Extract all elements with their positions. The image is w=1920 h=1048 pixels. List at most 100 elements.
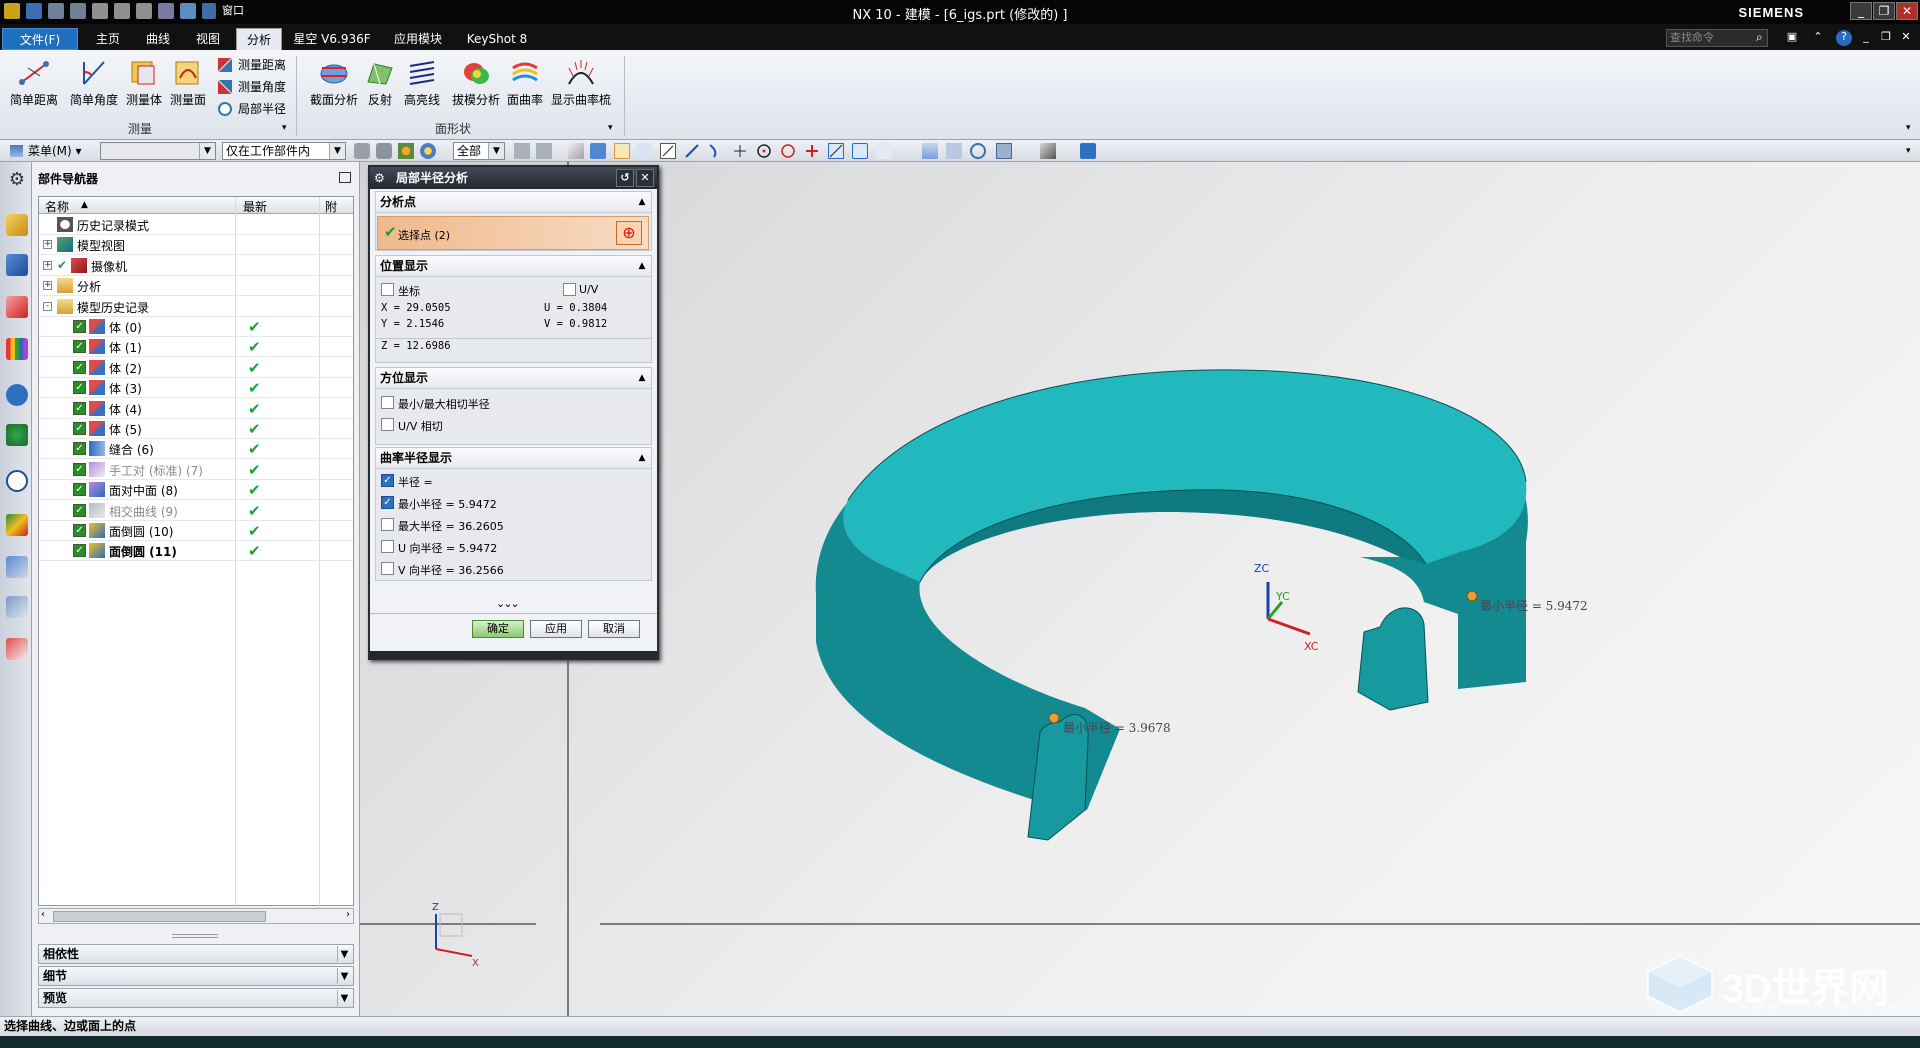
analysis-points-header[interactable]: 分析点 ▲ (375, 191, 652, 213)
tree-row[interactable]: ✓ 相交曲线 (9) ✔ (39, 501, 353, 521)
feature-visibility-checkbox[interactable]: ✓ (73, 422, 86, 435)
shape-group-more-icon[interactable]: ▾ (608, 120, 613, 136)
tree-row[interactable]: ✓ 缝合 (6) ✔ (39, 439, 353, 460)
tab-application[interactable]: 应用模块 (384, 28, 452, 50)
type-filter-dropdown[interactable]: ▼ (100, 142, 216, 160)
tree-row[interactable]: ✓ 面对中面 (8) ✔ (39, 480, 353, 501)
curvature-comb-button[interactable]: 显示曲率梳 (550, 56, 612, 116)
end-point-icon[interactable] (660, 143, 676, 159)
roles-icon[interactable] (6, 638, 28, 660)
bounded-grid-icon[interactable] (876, 143, 892, 159)
collapse-icon[interactable]: ▲ (636, 260, 648, 272)
minimize-button[interactable]: _ (1850, 2, 1872, 20)
select-point-row[interactable]: ✔ 选择点 (2) ⊕ (377, 216, 649, 250)
close-icon[interactable]: ✕ (636, 169, 654, 187)
tree-row[interactable]: ✓ 体 (1) ✔ (39, 337, 353, 358)
apply-button[interactable]: 应用 (530, 620, 582, 638)
part-navigator-icon[interactable] (6, 296, 28, 318)
tree-row[interactable]: ✓ 体 (2) ✔ (39, 358, 353, 378)
expand-icon[interactable]: + (43, 281, 52, 291)
sort-up-icon[interactable]: ▲ (81, 200, 88, 210)
file-menu[interactable]: 文件(F) (2, 28, 78, 50)
command-search-input[interactable]: 查找命令 (1666, 29, 1768, 47)
collapse-icon[interactable]: - (43, 301, 52, 311)
tab-curve[interactable]: 曲线 (136, 28, 180, 50)
simple-distance-button[interactable]: 简单距离 (8, 56, 60, 116)
restore-button[interactable]: ❐ (1873, 2, 1895, 20)
fit-view-icon[interactable] (922, 143, 938, 159)
snap-point-filter-icon[interactable] (398, 143, 414, 159)
min-radius-checkbox[interactable]: ✓ (381, 496, 394, 509)
mid-point-icon[interactable] (684, 143, 700, 159)
tree-row[interactable]: - 模型历史记录 (39, 297, 353, 317)
tree-row[interactable]: ✓ 手工对 (标准) (7) ✔ (39, 460, 353, 480)
details-section[interactable]: 细节 ▼ (38, 966, 354, 986)
curvature-radius-header[interactable]: 曲率半径显示 ▲ (375, 447, 652, 469)
orient-view-icon[interactable] (996, 143, 1012, 159)
feature-visibility-checkbox[interactable]: ✓ (73, 524, 86, 537)
reuse-library-icon[interactable] (6, 338, 28, 360)
maximize-panel-icon[interactable] (339, 172, 351, 183)
edit-work-section-icon[interactable] (1080, 143, 1096, 159)
c-ring-model[interactable] (815, 369, 1528, 841)
face-rule-icon[interactable] (536, 143, 552, 159)
window-layout-icon[interactable]: ▣ (1784, 30, 1800, 46)
panel-splitter[interactable] (172, 934, 218, 938)
doc-restore-icon[interactable]: ❐ (1878, 30, 1894, 46)
coordinate-checkbox[interactable] (381, 283, 394, 296)
control-point-icon[interactable] (708, 143, 724, 159)
ribbon-collapse-icon[interactable]: ⌃ (1810, 30, 1826, 46)
process-studio-icon[interactable] (6, 556, 28, 578)
dependencies-section[interactable]: 相依性 ▼ (38, 944, 354, 964)
doc-minimize-icon[interactable]: _ (1858, 30, 1874, 46)
simple-angle-button[interactable]: 简单角度 (66, 56, 122, 116)
face-curvature-button[interactable]: 面曲率 (504, 56, 546, 116)
cancel-button[interactable]: 取消 (588, 620, 640, 638)
uv-tangent-checkbox[interactable] (381, 418, 394, 431)
ok-button[interactable]: 确定 (472, 620, 524, 638)
feature-visibility-checkbox[interactable]: ✓ (73, 360, 86, 374)
measure-angle-button[interactable]: 测量角度 (216, 78, 286, 96)
feature-visibility-checkbox[interactable]: ✓ (73, 381, 86, 395)
u-radius-checkbox[interactable] (381, 540, 394, 553)
close-window-button[interactable]: ✕ (1896, 2, 1918, 20)
preview-section[interactable]: 预览 ▼ (38, 988, 354, 1008)
web-browser-icon[interactable] (6, 424, 28, 446)
tree-row[interactable]: + 模型视图 (39, 235, 353, 256)
system-materials-icon[interactable] (6, 514, 28, 536)
measure-group-more-icon[interactable]: ▾ (282, 120, 287, 136)
tree-row[interactable]: ✓ 体 (3) ✔ (39, 378, 353, 399)
measure-distance-button[interactable]: 测量距离 (216, 56, 286, 74)
grid-snap-icon[interactable] (636, 143, 652, 159)
ribbon-options-icon[interactable]: ▾ (1906, 120, 1911, 136)
tree-row[interactable]: ✓ 面倒圆 (11) ✔ (39, 541, 353, 562)
selection-scope-dropdown[interactable]: 仅在工作部件内 ▼ (222, 142, 346, 160)
zoom-icon[interactable] (946, 143, 962, 159)
select-face-icon[interactable] (568, 143, 584, 159)
tree-row[interactable]: ✓ 体 (0) ✔ (39, 317, 353, 337)
collapse-icon[interactable]: ▲ (636, 372, 648, 384)
point-dialog-button[interactable]: ⊕ (616, 221, 642, 245)
uv-checkbox[interactable] (563, 283, 576, 296)
radius-checkbox[interactable]: ✓ (381, 474, 394, 487)
toolbar-options-icon[interactable]: ▾ (1906, 143, 1911, 159)
v-radius-checkbox[interactable] (381, 562, 394, 575)
render-style-icon[interactable] (1040, 143, 1056, 159)
more-options-icon[interactable]: ⌄⌄⌄ (496, 597, 520, 610)
column-name[interactable]: 名称 (45, 198, 69, 215)
tree-row[interactable]: ✓ 体 (5) ✔ (39, 419, 353, 439)
tab-home[interactable]: 主页 (86, 28, 130, 50)
expand-icon[interactable]: + (43, 240, 52, 250)
intersection-point-icon[interactable] (732, 143, 748, 159)
visibility-check-icon[interactable]: ✔ (57, 258, 67, 272)
section-analysis-button[interactable]: 截面分析 (306, 56, 362, 116)
tab-xingkong[interactable]: 星空 V6.936F (290, 28, 374, 50)
point-on-face-icon[interactable] (852, 143, 868, 159)
doc-close-icon[interactable]: ✕ (1898, 30, 1914, 46)
feature-visibility-checkbox[interactable]: ✓ (73, 442, 86, 456)
tree-row[interactable]: + 分析 (39, 276, 353, 297)
collapse-icon[interactable]: ▲ (636, 452, 648, 464)
scrollbar-thumb[interactable] (53, 911, 266, 922)
horizontal-scrollbar[interactable]: ‹ › (38, 908, 354, 924)
tree-row[interactable]: 历史记录模式 (39, 215, 353, 235)
